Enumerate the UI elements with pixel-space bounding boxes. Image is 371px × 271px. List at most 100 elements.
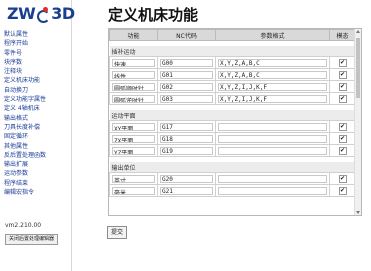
- nc-code-field[interactable]: G20: [160, 174, 213, 183]
- function-name-field[interactable]: 圆弧顺时针: [112, 82, 155, 91]
- nc-code-field[interactable]: G02: [160, 82, 213, 91]
- sidebar-item[interactable]: 编辑宏指令: [4, 188, 46, 197]
- cell-modal: ✔: [329, 120, 356, 133]
- cell-nc-code: G00: [157, 56, 216, 69]
- zw3d-logo: ZW 3D: [7, 3, 75, 23]
- sidebar-item[interactable]: 程序开始: [4, 39, 46, 48]
- sidebar-item[interactable]: 零件号: [4, 49, 46, 58]
- sidebar-item[interactable]: 刀具长度补偿: [4, 123, 46, 132]
- cell-function: ZX平面: [109, 132, 158, 145]
- param-format-field[interactable]: [218, 174, 327, 183]
- function-name-field[interactable]: XY平面: [112, 122, 155, 131]
- cell-function: YZ平面: [109, 144, 158, 157]
- sidebar-item[interactable]: 反后置处理函数: [4, 151, 46, 160]
- section-header-row: 插补运动: [109, 46, 356, 57]
- table-scrollbar[interactable]: [354, 29, 361, 215]
- nc-code-field[interactable]: G18: [160, 134, 213, 143]
- nc-code-field[interactable]: G19: [160, 146, 213, 155]
- scroll-up-arrow-icon[interactable]: [356, 30, 360, 33]
- column-header-param-format: 参数格式: [215, 29, 330, 41]
- sidebar-item[interactable]: 定义机床功能: [4, 76, 46, 85]
- cell-param-format: X,Y,Z,A,B,C: [215, 56, 330, 69]
- sidebar-item[interactable]: 输出扩展: [4, 160, 46, 169]
- cell-nc-code: G03: [157, 92, 216, 105]
- param-format-field[interactable]: [218, 122, 327, 131]
- function-name-field[interactable]: 英寸: [112, 174, 155, 183]
- sidebar-item[interactable]: 输出格式: [4, 114, 46, 123]
- modal-checkbox[interactable]: ✔: [338, 94, 347, 103]
- cell-param-format: [215, 132, 330, 145]
- section-title: 输出单位: [109, 162, 356, 173]
- section-title: 插补运动: [109, 46, 356, 57]
- scroll-down-arrow-icon[interactable]: [356, 211, 360, 214]
- sidebar-item[interactable]: 运动参数: [4, 169, 46, 178]
- modal-checkbox[interactable]: ✔: [338, 146, 347, 155]
- close-editor-button[interactable]: 关闭后置处理编辑器: [5, 234, 59, 245]
- sidebar-item[interactable]: 程序结束: [4, 179, 46, 188]
- cell-nc-code: G02: [157, 80, 216, 93]
- modal-checkbox[interactable]: ✔: [338, 58, 347, 67]
- cell-param-format: [215, 144, 330, 157]
- cell-function: 英寸: [109, 172, 158, 185]
- cell-param-format: X,Y,Z,A,B,C: [215, 68, 330, 81]
- logo-mark-icon: [37, 6, 51, 23]
- version-label: vm2.210.00: [5, 222, 42, 229]
- sidebar-item[interactable]: 块序数: [4, 58, 46, 67]
- cell-function: 快速: [109, 56, 158, 69]
- logo-text-3d: 3D: [51, 3, 75, 23]
- modal-checkbox[interactable]: ✔: [338, 174, 347, 183]
- table-row: 快速 G00 X,Y,Z,A,B,C ✔: [109, 56, 356, 69]
- sidebar-item[interactable]: 定义 4轴机床: [4, 104, 46, 113]
- submit-button[interactable]: 提交: [107, 226, 128, 239]
- param-format-field[interactable]: X,Y,Z,I,J,K,F: [218, 82, 327, 91]
- sidebar-item[interactable]: 默认属性: [4, 30, 46, 39]
- cell-param-format: [215, 172, 330, 185]
- cell-function: 圆弧逆时针: [109, 92, 158, 105]
- nc-code-field[interactable]: G00: [160, 58, 213, 67]
- scrollbar-thumb[interactable]: [356, 38, 360, 98]
- table-row: 圆弧逆时针 G03 X,Y,Z,I,J,K,F ✔: [109, 92, 356, 105]
- cell-modal: ✔: [329, 68, 356, 81]
- function-name-field[interactable]: YZ平面: [112, 146, 155, 155]
- sidebar-item[interactable]: 定义功能字属性: [4, 95, 46, 104]
- param-format-field[interactable]: X,Y,Z,I,J,K,F: [218, 94, 327, 103]
- param-format-field[interactable]: [218, 134, 327, 143]
- nc-code-field[interactable]: G17: [160, 122, 213, 131]
- modal-checkbox[interactable]: ✔: [338, 82, 347, 91]
- logo-text-zw: ZW: [7, 3, 36, 23]
- cell-param-format: [215, 184, 330, 197]
- table-header-row: 功能 NC代码 参数格式 模态: [109, 29, 356, 41]
- function-name-field[interactable]: 快速: [112, 58, 155, 67]
- param-format-field[interactable]: [218, 146, 327, 155]
- param-format-field[interactable]: X,Y,Z,A,B,C: [218, 58, 327, 67]
- table-row: 毫米 G21 ✔: [109, 184, 356, 197]
- sidebar-item[interactable]: 自动换刀: [4, 86, 46, 95]
- modal-checkbox[interactable]: ✔: [338, 122, 347, 131]
- modal-checkbox[interactable]: ✔: [338, 186, 347, 195]
- function-name-field[interactable]: 圆弧逆时针: [112, 94, 155, 103]
- cell-nc-code: G19: [157, 144, 216, 157]
- sidebar-item[interactable]: 其他属性: [4, 142, 46, 151]
- table-row: ZX平面 G18 ✔: [109, 132, 356, 145]
- column-header-nc-code: NC代码: [157, 29, 216, 41]
- param-format-field[interactable]: X,Y,Z,A,B,C: [218, 70, 327, 79]
- column-header-function: 功能: [109, 29, 158, 41]
- cell-modal: ✔: [329, 144, 356, 157]
- modal-checkbox[interactable]: ✔: [338, 134, 347, 143]
- section-title: 运动平面: [109, 110, 356, 121]
- machine-function-table-panel[interactable]: 功能 NC代码 参数格式 模态 插补运动 快速 G00 X,Y,Z,A,B,C ✔ 线性 G…: [108, 28, 362, 216]
- function-name-field[interactable]: 线性: [112, 70, 155, 79]
- modal-checkbox[interactable]: ✔: [338, 70, 347, 79]
- nc-code-field[interactable]: G01: [160, 70, 213, 79]
- nc-code-field[interactable]: G21: [160, 186, 213, 195]
- sidebar-item[interactable]: 注释块: [4, 67, 46, 76]
- cell-function: 线性: [109, 68, 158, 81]
- sidebar-nav: 默认属性 程序开始 零件号 块序数 注释块 定义机床功能 自动换刀 定义功能字属性 定义 4轴机…: [4, 30, 46, 197]
- function-name-field[interactable]: 毫米: [112, 186, 155, 195]
- nc-code-field[interactable]: G03: [160, 94, 213, 103]
- machine-function-table: 功能 NC代码 参数格式 模态 插补运动 快速 G00 X,Y,Z,A,B,C ✔ 线性 G…: [109, 29, 356, 197]
- function-name-field[interactable]: ZX平面: [112, 134, 155, 143]
- sidebar-item[interactable]: 固定循环: [4, 132, 46, 141]
- cell-modal: ✔: [329, 132, 356, 145]
- param-format-field[interactable]: [218, 186, 327, 195]
